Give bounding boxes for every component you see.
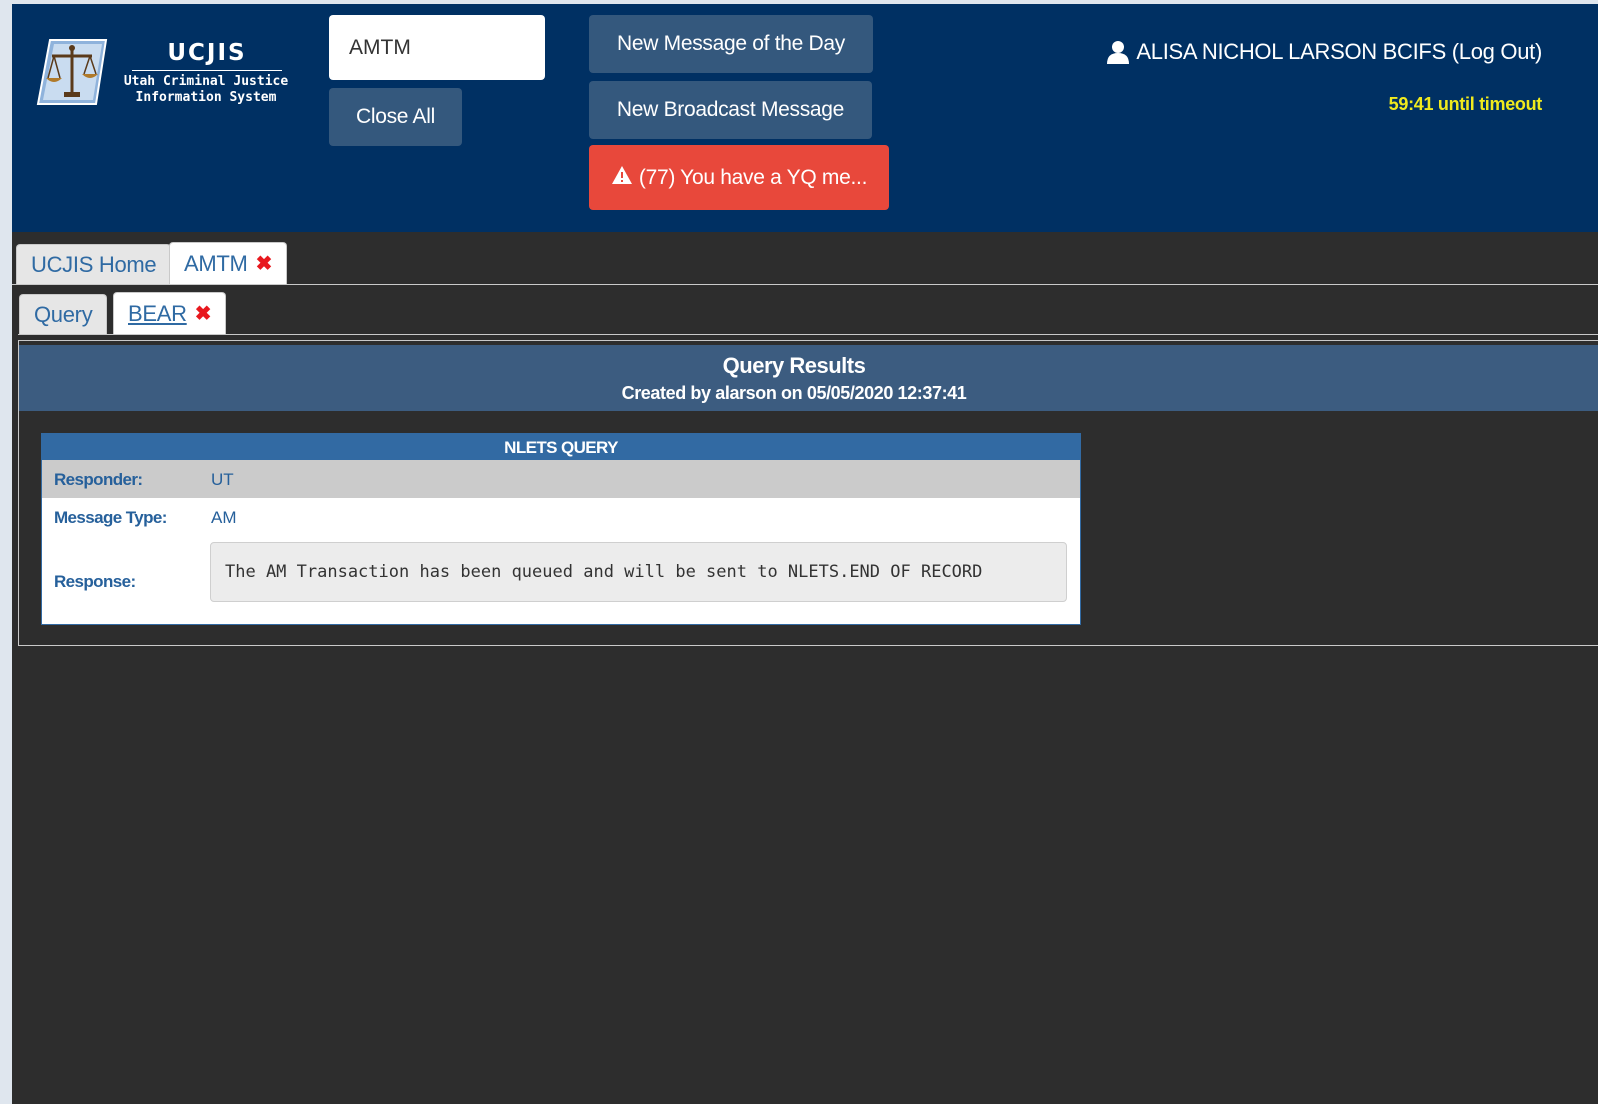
logo-subtitle-line2: Information System <box>135 90 277 105</box>
responder-label: Responder: <box>54 470 143 489</box>
response-label: Response: <box>54 572 136 591</box>
logo-subtitle-line1: Utah Criminal Justice <box>123 74 289 89</box>
app-window: UCJIS Utah Criminal Justice Information … <box>12 4 1598 1104</box>
top-tab-bar: UCJIS Home AMTM ✖ <box>12 240 1598 285</box>
search-input[interactable] <box>329 15 545 80</box>
warning-triangle-icon <box>611 165 633 191</box>
app-header: UCJIS Utah Criminal Justice Information … <box>12 4 1598 232</box>
tab-bear[interactable]: BEAR ✖ <box>113 292 227 334</box>
query-results-panel: Query Results Created by alarson on 05/0… <box>18 340 1598 646</box>
tab-ucjis-home[interactable]: UCJIS Home <box>16 244 172 284</box>
tab-amtm[interactable]: AMTM ✖ <box>169 242 288 284</box>
new-broadcast-message-button[interactable]: New Broadcast Message <box>589 81 872 139</box>
close-all-label: Close All <box>355 105 435 128</box>
message-type-row: Message Type: AM <box>42 498 1080 538</box>
tab-label: UCJIS Home <box>31 251 157 277</box>
motd-label: New Message of the Day <box>616 32 845 55</box>
nlets-query-title: NLETS QUERY <box>42 434 1080 460</box>
user-info: ALISA NICHOL LARSON BCIFS (Log Out) <box>1106 39 1542 65</box>
scales-of-justice-icon <box>36 39 108 105</box>
tab-label: AMTM <box>184 250 248 276</box>
alert-label: (77) You have a YQ me... <box>638 165 868 189</box>
user-name: ALISA NICHOL LARSON BCIFS <box>1136 39 1446 64</box>
broadcast-label: New Broadcast Message <box>616 98 845 121</box>
results-created-by: Created by alarson on 05/05/2020 12:37:4… <box>621 383 967 403</box>
ucjis-logo[interactable]: UCJIS Utah Criminal Justice Information … <box>36 38 288 108</box>
user-icon <box>1107 41 1130 64</box>
yq-message-alert-button[interactable]: (77) You have a YQ me... <box>589 145 889 210</box>
logout-link[interactable]: (Log Out) <box>1452 39 1543 65</box>
nlets-query-box: NLETS QUERY Responder: UT Message Type: … <box>41 433 1081 625</box>
logo-divider <box>132 70 282 71</box>
response-text[interactable]: The AM Transaction has been queued and w… <box>210 542 1067 602</box>
session-timeout-text: 59:41 until timeout <box>1388 94 1543 114</box>
results-header: Query Results Created by alarson on 05/0… <box>19 345 1598 411</box>
results-title: Query Results <box>722 353 866 378</box>
message-type-label: Message Type: <box>54 508 167 527</box>
new-message-of-the-day-button[interactable]: New Message of the Day <box>589 15 873 73</box>
logo-title: UCJIS <box>167 40 247 66</box>
responder-value: UT <box>211 470 234 489</box>
close-all-button[interactable]: Close All <box>329 88 462 146</box>
tab-label: Query <box>34 301 93 327</box>
sub-tab-bar: Query BEAR ✖ <box>18 290 1598 335</box>
responder-row: Responder: UT <box>42 460 1080 498</box>
message-type-value: AM <box>211 508 237 527</box>
tab-label[interactable]: BEAR <box>128 301 187 327</box>
response-row: Response: The AM Transaction has been qu… <box>42 538 1080 624</box>
close-tab-icon[interactable]: ✖ <box>256 251 273 276</box>
tab-query[interactable]: Query <box>19 294 108 334</box>
close-tab-icon[interactable]: ✖ <box>195 301 212 326</box>
